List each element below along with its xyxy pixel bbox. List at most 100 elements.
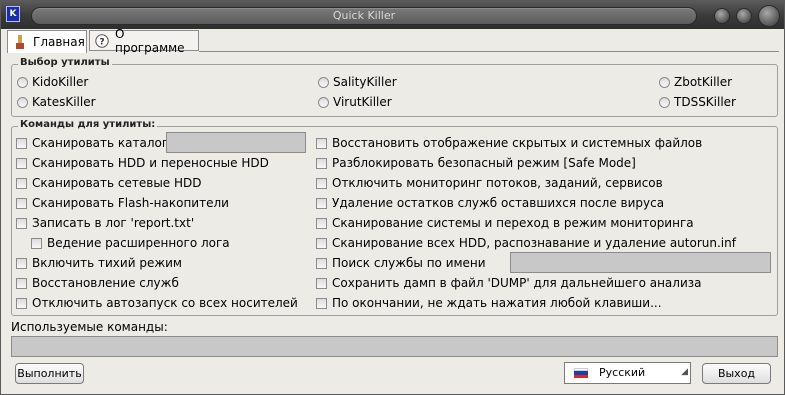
- check-label: По окончании, не ждать нажатия любой кла…: [332, 296, 662, 310]
- checkbox[interactable]: [316, 237, 327, 249]
- checkbox[interactable]: [316, 157, 327, 169]
- check-label: Сохранить дамп в файл 'DUMP' для дальней…: [332, 276, 702, 290]
- check-save-dump[interactable]: Сохранить дамп в файл 'DUMP' для дальней…: [316, 275, 702, 291]
- checkbox[interactable]: [16, 257, 27, 269]
- radio-label: KidoKiller: [32, 75, 89, 89]
- radio-salitykiller[interactable]: SalityKiller: [318, 74, 397, 90]
- check-label: Сканирование всех HDD, распознавание и у…: [332, 236, 736, 250]
- check-find-service[interactable]: Поиск службы по имени: [316, 255, 486, 271]
- service-name-input[interactable]: [510, 252, 771, 273]
- radio-circle[interactable]: [318, 96, 329, 108]
- checkbox[interactable]: [16, 297, 27, 309]
- radio-label: ZbotKiller: [674, 75, 733, 89]
- check-scan-network[interactable]: Сканировать сетевые HDD: [16, 175, 202, 191]
- folder-path-input[interactable]: [166, 132, 306, 153]
- radio-tdsskiller[interactable]: TDSSKiller: [659, 94, 736, 110]
- check-label: Сканировать Flash-накопители: [32, 196, 229, 210]
- window-title: Quick Killer: [332, 9, 396, 22]
- check-label: Удаление остатков служб оставшихся после…: [332, 196, 665, 210]
- main-window: K Quick Killer Главная ? О программе Выб…: [0, 0, 785, 395]
- check-write-log[interactable]: Записать в лог 'report.txt': [16, 215, 194, 231]
- radio-kateskiller[interactable]: KatesKiller: [17, 94, 96, 110]
- checkbox[interactable]: [16, 177, 27, 189]
- title-bar[interactable]: K Quick Killer: [1, 1, 784, 29]
- checkbox[interactable]: [316, 177, 327, 189]
- radio-zbotkiller[interactable]: ZbotKiller: [659, 74, 732, 90]
- radio-label: VirutKiller: [333, 95, 392, 109]
- language-select[interactable]: Русский ◢: [564, 362, 691, 384]
- radio-kidokiller[interactable]: KidoKiller: [17, 74, 88, 90]
- check-label: Разблокировать безопасный режим [Safe Mo…: [332, 156, 636, 170]
- utility-group-label: Выбор утилиты: [18, 57, 112, 68]
- checkbox[interactable]: [16, 277, 27, 289]
- checkbox[interactable]: [316, 257, 327, 269]
- check-scan-monitor[interactable]: Сканирование системы и переход в режим м…: [316, 215, 694, 231]
- russia-flag-icon: [574, 368, 588, 378]
- tab-divider: [199, 51, 779, 52]
- paint-brush-icon: [13, 35, 27, 49]
- radio-circle[interactable]: [659, 76, 670, 88]
- check-silent-mode[interactable]: Включить тихий режим: [16, 255, 182, 271]
- checkbox[interactable]: [316, 137, 327, 149]
- tab-about[interactable]: ? О программе: [89, 27, 199, 55]
- close-button[interactable]: [758, 5, 780, 27]
- check-label: Записать в лог 'report.txt': [32, 216, 195, 230]
- radio-circle[interactable]: [318, 76, 329, 88]
- help-icon: ?: [95, 33, 109, 48]
- language-value: Русский: [599, 366, 646, 379]
- check-label: Отключить мониторинг потоков, заданий, с…: [332, 176, 663, 190]
- chevron-down-icon: ◢: [681, 367, 688, 377]
- check-label: Сканирование системы и переход в режим м…: [332, 216, 694, 230]
- check-disable-autorun[interactable]: Отключить автозапуск со всех носителей: [16, 295, 298, 311]
- check-label: Сканировать HDD и переносные HDD: [32, 156, 269, 170]
- radio-label: KatesKiller: [32, 95, 96, 109]
- checkbox[interactable]: [31, 237, 42, 249]
- tab-main[interactable]: Главная: [7, 30, 87, 53]
- check-no-wait[interactable]: По окончании, не ждать нажатия любой кла…: [316, 295, 662, 311]
- check-label: Сканировать каталог: [32, 136, 169, 150]
- check-scan-flash[interactable]: Сканировать Flash-накопители: [16, 195, 229, 211]
- check-autorun-inf[interactable]: Сканирование всех HDD, распознавание и у…: [316, 235, 736, 251]
- check-label: Включить тихий режим: [32, 256, 182, 270]
- radio-virutkiller[interactable]: VirutKiller: [318, 94, 392, 110]
- check-label: Восстановление служб: [32, 276, 179, 290]
- checkbox[interactable]: [16, 197, 27, 209]
- check-remove-leftovers[interactable]: Удаление остатков служб оставшихся после…: [316, 195, 664, 211]
- checkbox[interactable]: [16, 217, 27, 229]
- commands-group-label: Команды для утилиты:: [18, 119, 158, 130]
- radio-circle[interactable]: [17, 76, 28, 88]
- minimize-button[interactable]: [714, 8, 730, 24]
- checkbox[interactable]: [16, 157, 27, 169]
- check-restore-hidden[interactable]: Восстановить отображение скрытых и систе…: [316, 135, 702, 151]
- radio-label: SalityKiller: [333, 75, 397, 89]
- check-label: Отключить автозапуск со всех носителей: [32, 296, 298, 310]
- radio-label: TDSSKiller: [674, 95, 736, 109]
- checkbox[interactable]: [316, 217, 327, 229]
- check-label: Восстановить отображение скрытых и систе…: [332, 136, 703, 150]
- check-label: Сканировать сетевые HDD: [32, 176, 202, 190]
- title-pill: Quick Killer: [31, 7, 697, 25]
- check-scan-hdd[interactable]: Сканировать HDD и переносные HDD: [16, 155, 269, 171]
- check-extended-log[interactable]: Ведение расширенного лога: [31, 235, 230, 251]
- run-button[interactable]: Выполнить: [15, 363, 84, 384]
- check-scan-folder[interactable]: Сканировать каталог: [16, 135, 168, 151]
- check-disable-monitoring[interactable]: Отключить мониторинг потоков, заданий, с…: [316, 175, 663, 191]
- radio-circle[interactable]: [659, 96, 670, 108]
- app-icon: K: [6, 6, 20, 22]
- svg-text:?: ?: [99, 37, 104, 47]
- tab-about-label: О программе: [115, 26, 185, 55]
- check-restore-services[interactable]: Восстановление служб: [16, 275, 179, 291]
- maximize-button[interactable]: [736, 8, 752, 24]
- checkbox[interactable]: [316, 197, 327, 209]
- check-unlock-safe-mode[interactable]: Разблокировать безопасный режим [Safe Mo…: [316, 155, 636, 171]
- checkbox[interactable]: [316, 277, 327, 289]
- exit-button[interactable]: Выход: [702, 363, 771, 384]
- used-commands-field[interactable]: [11, 336, 778, 357]
- check-label: Поиск службы по имени: [332, 256, 486, 270]
- tab-main-label: Главная: [33, 35, 85, 49]
- checkbox[interactable]: [16, 137, 27, 149]
- checkbox[interactable]: [316, 297, 327, 309]
- used-commands-label: Используемые команды:: [11, 320, 168, 334]
- check-label: Ведение расширенного лога: [47, 236, 230, 250]
- radio-circle[interactable]: [17, 96, 28, 108]
